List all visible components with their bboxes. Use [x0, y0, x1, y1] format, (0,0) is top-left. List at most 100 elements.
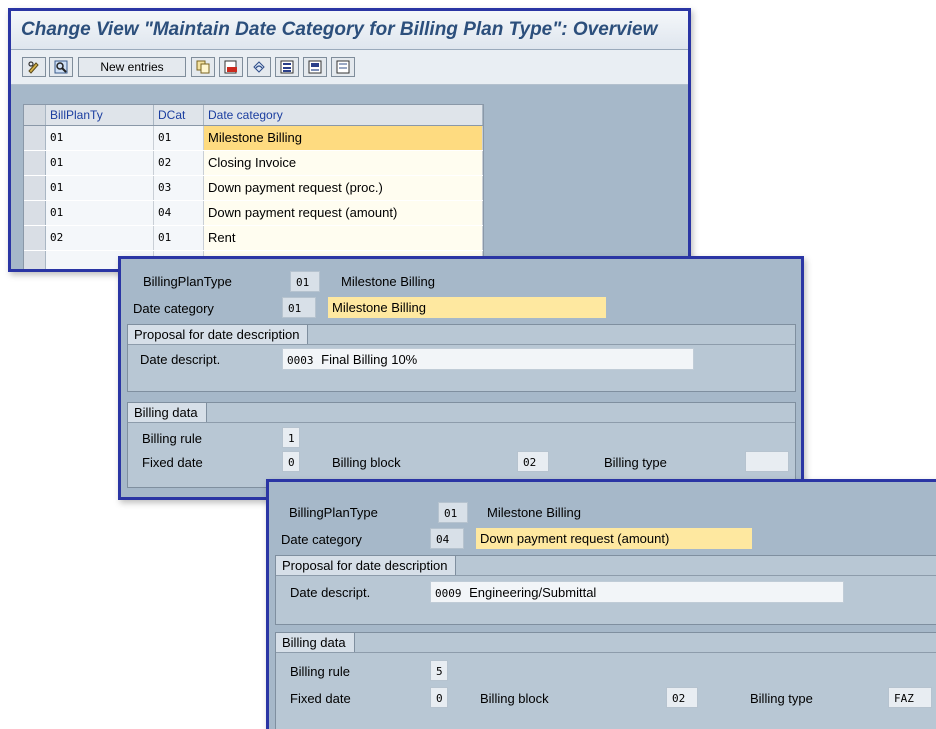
row-selector[interactable]	[24, 201, 46, 225]
search-icon	[54, 60, 68, 74]
group-divider	[276, 652, 936, 653]
table-row[interactable]: 01 02 Closing Invoice	[24, 151, 483, 177]
table-row[interactable]: 01 03 Down payment request (proc.)	[24, 176, 483, 202]
date-category-cell[interactable]: Rent	[204, 226, 483, 250]
date-category-cell[interactable]: Closing Invoice	[204, 151, 483, 175]
billing-block-label: Billing block	[480, 691, 549, 706]
date-category-label: Date category	[133, 301, 214, 316]
dcat-cell: 01	[154, 126, 204, 150]
detail-window-milestone-billing: BillingPlanType 01 Milestone Billing Dat…	[118, 256, 804, 500]
date-descript-text: Final Billing 10%	[321, 352, 418, 367]
column-header-date-category[interactable]: Date category	[204, 105, 483, 125]
dcat-cell: 01	[154, 226, 204, 250]
billing-type-field[interactable]: FAZ	[888, 687, 932, 708]
column-header-billplanty[interactable]: BillPlanTy	[46, 105, 154, 125]
undo-change-button[interactable]	[247, 57, 271, 77]
billing-plan-type-label: BillingPlanType	[289, 505, 378, 520]
window-title: Change View "Maintain Date Category for …	[21, 19, 658, 40]
delete-button[interactable]	[219, 57, 243, 77]
billing-type-label: Billing type	[750, 691, 813, 706]
group-divider	[128, 422, 795, 423]
date-descript-label: Date descript.	[290, 585, 371, 600]
undo-icon	[252, 60, 266, 74]
billing-data-group: Billing data Billing rule 5 Fixed date 0…	[275, 632, 936, 729]
billing-rule-label: Billing rule	[142, 431, 202, 446]
select-block-icon	[308, 60, 322, 74]
billplan-cell: 01	[46, 176, 154, 200]
billing-block-field[interactable]: 02	[666, 687, 698, 708]
billplan-cell: 02	[46, 226, 154, 250]
billing-rule-field[interactable]: 1	[282, 427, 300, 448]
table-row[interactable]: 01 01 Milestone Billing	[24, 126, 483, 152]
date-descript-text: Engineering/Submittal	[469, 585, 597, 600]
proposal-group: Proposal for date description Date descr…	[275, 555, 936, 625]
billing-plan-type-desc: Milestone Billing	[341, 274, 435, 289]
date-category-label: Date category	[281, 532, 362, 547]
billing-rule-label: Billing rule	[290, 664, 350, 679]
pencil-glasses-icon	[27, 60, 41, 74]
billing-type-label: Billing type	[604, 455, 667, 470]
table-row[interactable]: 01 04 Down payment request (amount)	[24, 201, 483, 227]
billing-data-group-title: Billing data	[276, 633, 355, 653]
row-selector[interactable]	[24, 151, 46, 175]
date-category-cell[interactable]: Milestone Billing	[204, 126, 483, 150]
billing-type-field[interactable]	[745, 451, 789, 472]
billing-plan-type-desc: Milestone Billing	[487, 505, 581, 520]
date-category-cell[interactable]: Down payment request (amount)	[204, 201, 483, 225]
billplan-cell: 01	[46, 126, 154, 150]
new-entries-label: New entries	[100, 60, 164, 74]
application-toolbar: New entries	[11, 50, 688, 85]
fixed-date-label: Fixed date	[142, 455, 203, 470]
deselect-all-icon	[336, 60, 350, 74]
billplan-cell: 01	[46, 201, 154, 225]
date-category-table: BillPlanTy DCat Date category 01 01 Mile…	[23, 104, 484, 269]
row-selector[interactable]	[24, 251, 46, 269]
window-title-bar: Change View "Maintain Date Category for …	[11, 11, 688, 50]
billing-plan-type-label: BillingPlanType	[143, 274, 232, 289]
date-descript-field[interactable]: 0009 Engineering/Submittal	[430, 581, 844, 603]
group-divider	[276, 575, 936, 576]
copy-icon	[196, 60, 210, 74]
delete-icon	[224, 60, 238, 74]
group-divider	[128, 344, 795, 345]
date-category-desc-field[interactable]: Down payment request (amount)	[476, 528, 752, 549]
maintain-date-category-window: Change View "Maintain Date Category for …	[8, 8, 691, 272]
select-block-button[interactable]	[303, 57, 327, 77]
billplan-cell: 01	[46, 151, 154, 175]
proposal-group-title: Proposal for date description	[276, 556, 457, 576]
date-descript-code: 0003	[287, 354, 314, 367]
date-category-cell[interactable]: Down payment request (proc.)	[204, 176, 483, 200]
billing-data-group: Billing data Billing rule 1 Fixed date 0…	[127, 402, 796, 488]
proposal-group: Proposal for date description Date descr…	[127, 324, 796, 392]
date-descript-field[interactable]: 0003 Final Billing 10%	[282, 348, 694, 370]
select-all-icon	[280, 60, 294, 74]
billing-plan-type-field[interactable]: 01	[438, 502, 468, 523]
date-category-field[interactable]: 04	[430, 528, 464, 549]
column-header-dcat[interactable]: DCat	[154, 105, 204, 125]
proposal-group-title: Proposal for date description	[128, 325, 309, 345]
dcat-cell: 04	[154, 201, 204, 225]
row-selector[interactable]	[24, 226, 46, 250]
row-selector[interactable]	[24, 126, 46, 150]
billing-block-label: Billing block	[332, 455, 401, 470]
display-change-button[interactable]	[22, 57, 46, 77]
table-header: BillPlanTy DCat Date category	[24, 105, 483, 126]
dcat-cell: 03	[154, 176, 204, 200]
find-button[interactable]	[49, 57, 73, 77]
billing-plan-type-field[interactable]: 01	[290, 271, 320, 292]
billing-data-group-title: Billing data	[128, 403, 207, 423]
row-selector[interactable]	[24, 176, 46, 200]
billing-block-field[interactable]: 02	[517, 451, 549, 472]
copy-as-button[interactable]	[191, 57, 215, 77]
select-all-button[interactable]	[275, 57, 299, 77]
date-category-desc-field[interactable]: Milestone Billing	[328, 297, 606, 318]
date-category-field[interactable]: 01	[282, 297, 316, 318]
date-descript-label: Date descript.	[140, 352, 221, 367]
fixed-date-field[interactable]: 0	[430, 687, 448, 708]
deselect-all-button[interactable]	[331, 57, 355, 77]
select-all-rows-cell[interactable]	[24, 105, 46, 125]
billing-rule-field[interactable]: 5	[430, 660, 448, 681]
fixed-date-field[interactable]: 0	[282, 451, 300, 472]
table-row[interactable]: 02 01 Rent	[24, 226, 483, 252]
new-entries-button[interactable]: New entries	[78, 57, 186, 77]
